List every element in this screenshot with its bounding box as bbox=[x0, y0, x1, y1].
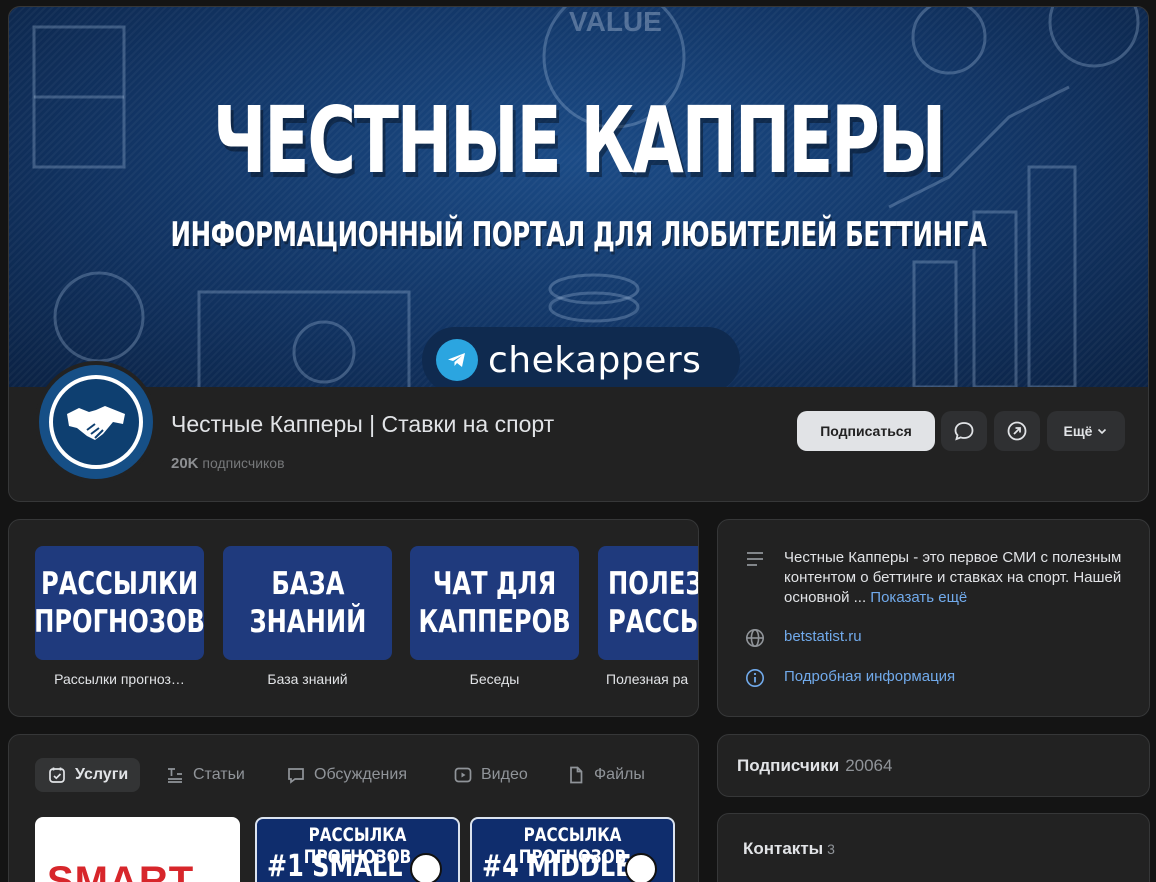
product-card-middle[interactable]: РАССЫЛКА ПРОГНОЗОВ #4 MIDDLE bbox=[470, 817, 675, 882]
file-icon bbox=[570, 766, 583, 784]
cover-image: VALUE ЧЕСТНЫЕ КАППЕРЫ ИНФОРМАЦИОННЫЙ ПОР… bbox=[9, 7, 1148, 387]
globe-icon bbox=[744, 627, 766, 649]
cover-bg-text: VALUE bbox=[569, 7, 662, 37]
tab-label: Видео bbox=[481, 766, 528, 783]
contacts-heading: Контакты 3 bbox=[743, 839, 835, 859]
details-link[interactable]: Подробная информация bbox=[784, 667, 955, 689]
product-name: #4 MIDDLE bbox=[482, 849, 632, 882]
product-name: #1 SMALL bbox=[267, 849, 403, 882]
soccer-ball-icon bbox=[410, 853, 442, 882]
subscriber-count: 20K bbox=[171, 455, 199, 472]
more-label: Ещё bbox=[1063, 423, 1093, 439]
link-tile-forecasts[interactable]: РАССЫЛКИ ПРОГНОЗОВ Рассылки прогноз… bbox=[35, 546, 204, 687]
bar-doodle-3 bbox=[912, 260, 958, 387]
group-name: Честные Капперы | Ставки на спорт bbox=[171, 411, 555, 437]
group-header: VALUE ЧЕСТНЫЕ КАППЕРЫ ИНФОРМАЦИОННЫЙ ПОР… bbox=[8, 6, 1149, 502]
description-lines-icon bbox=[744, 548, 766, 570]
tennis-ball-doodle bbox=[911, 7, 987, 75]
soccer-ball-doodle bbox=[53, 271, 145, 363]
speech-bubble-icon bbox=[288, 768, 304, 784]
product-card-small[interactable]: РАССЫЛКА ПРОГНОЗОВ #1 SMALL bbox=[255, 817, 460, 882]
link-thumbnail-text: БАЗА ЗНАНИЙ bbox=[249, 566, 366, 640]
soccer-ball-icon bbox=[625, 853, 657, 882]
tab-label: Обсуждения bbox=[314, 766, 407, 783]
link-thumbnail-text: ЧАТ ДЛЯ КАППЕРОВ bbox=[418, 566, 571, 640]
telegram-icon bbox=[436, 339, 478, 381]
telegram-badge: chekappers bbox=[422, 327, 740, 387]
subscribers-total: 20064 bbox=[845, 756, 893, 775]
coins-doodle bbox=[548, 291, 640, 323]
product-logo-text: SMART bbox=[47, 859, 195, 882]
group-description: Честные Капперы - это первое СМИ с полез… bbox=[784, 548, 1129, 608]
contacts-card[interactable]: Контакты 3 bbox=[717, 813, 1150, 882]
subscriber-summary[interactable]: 20K подписчиков bbox=[171, 455, 285, 472]
tab-discussions[interactable]: Обсуждения bbox=[274, 758, 419, 792]
link-caption: Беседы bbox=[469, 671, 520, 687]
subscribers-title: Подписчики bbox=[737, 756, 840, 775]
calendar-check-icon bbox=[49, 767, 65, 783]
tab-label: Статьи bbox=[193, 766, 245, 783]
product-card-smart[interactable]: SMART bbox=[35, 817, 240, 882]
bar-doodle-1 bbox=[1027, 165, 1077, 387]
info-icon bbox=[744, 667, 766, 689]
cover-subtitle: ИНФОРМАЦИОННЫЙ ПОРТАЛ ДЛЯ ЛЮБИТЕЛЕЙ БЕТТ… bbox=[170, 215, 987, 255]
subscribe-button[interactable]: Подписаться bbox=[797, 411, 935, 451]
contacts-title: Контакты bbox=[743, 839, 824, 858]
link-caption: Полезная ра bbox=[606, 671, 689, 687]
tab-label: Файлы bbox=[594, 766, 645, 783]
link-tile-useful[interactable]: ПОЛЕЗ РАССЫ Полезная ра bbox=[598, 546, 699, 687]
website-row[interactable]: betstatist.ru bbox=[744, 627, 862, 649]
chat-bubble-icon bbox=[954, 422, 974, 441]
tab-label: Услуги bbox=[75, 766, 129, 783]
message-button[interactable] bbox=[941, 411, 987, 451]
links-carousel: РАССЫЛКИ ПРОГНОЗОВ Рассылки прогноз… БАЗ… bbox=[8, 519, 699, 717]
handshake-icon bbox=[67, 406, 125, 440]
link-tile-chats[interactable]: ЧАТ ДЛЯ КАППЕРОВ Беседы bbox=[410, 546, 579, 687]
subscriber-label: подписчиков bbox=[202, 455, 285, 471]
description-row: Честные Капперы - это первое СМИ с полез… bbox=[744, 548, 1129, 608]
chevron-down-icon bbox=[1098, 428, 1107, 435]
tab-files[interactable]: Файлы bbox=[554, 758, 657, 792]
basketball-doodle bbox=[1048, 7, 1140, 68]
telegram-handle: chekappers bbox=[488, 339, 702, 381]
subscribers-card[interactable]: Подписчики 20064 bbox=[717, 734, 1150, 797]
play-icon bbox=[454, 767, 472, 783]
content-tabs-card: Услуги Статьи Обсуждения Видео Файлы SMA… bbox=[8, 734, 699, 882]
share-arrow-icon bbox=[1007, 421, 1027, 441]
link-caption: База знаний bbox=[267, 671, 348, 687]
tab-articles[interactable]: Статьи bbox=[153, 758, 257, 792]
show-more-link[interactable]: Показать ещё bbox=[870, 589, 967, 606]
details-row[interactable]: Подробная информация bbox=[744, 667, 955, 689]
link-tile-knowledge[interactable]: БАЗА ЗНАНИЙ База знаний bbox=[223, 546, 392, 687]
link-thumbnail-text: РАССЫЛКИ ПРОГНОЗОВ bbox=[35, 566, 204, 640]
tab-services[interactable]: Услуги bbox=[35, 758, 141, 792]
website-link[interactable]: betstatist.ru bbox=[784, 627, 862, 649]
link-thumbnail: ЧАТ ДЛЯ КАППЕРОВ bbox=[410, 546, 579, 660]
tab-video[interactable]: Видео bbox=[441, 758, 540, 792]
cover-title: ЧЕСТНЫЕ КАППЕРЫ bbox=[212, 87, 946, 194]
group-info-card: Честные Капперы - это первое СМИ с полез… bbox=[717, 519, 1150, 717]
link-caption: Рассылки прогноз… bbox=[54, 671, 185, 687]
more-button[interactable]: Ещё bbox=[1047, 411, 1125, 451]
link-thumbnail: ПОЛЕЗ РАССЫ bbox=[598, 546, 699, 660]
share-button[interactable] bbox=[994, 411, 1040, 451]
link-thumbnail-text: ПОЛЕЗ РАССЫ bbox=[608, 566, 699, 640]
link-thumbnail: РАССЫЛКИ ПРОГНОЗОВ bbox=[35, 546, 204, 660]
link-thumbnail: БАЗА ЗНАНИЙ bbox=[223, 546, 392, 660]
subscribers-heading: Подписчики 20064 bbox=[737, 756, 892, 776]
text-lines-icon bbox=[168, 768, 182, 783]
group-avatar[interactable] bbox=[35, 361, 157, 483]
contacts-count: 3 bbox=[827, 841, 835, 857]
